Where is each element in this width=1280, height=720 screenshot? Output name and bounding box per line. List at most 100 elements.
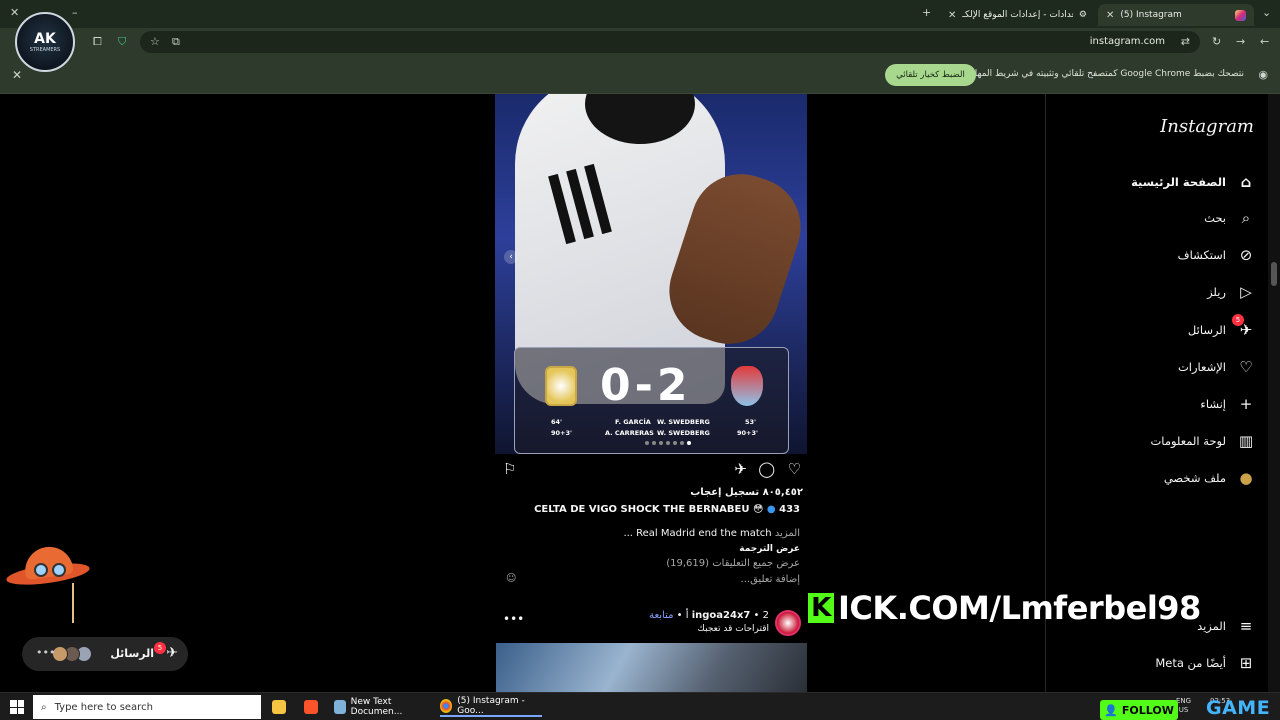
- sidebar-item-label: ريلز: [1207, 285, 1226, 299]
- like-heart-icon[interactable]: ♡: [788, 460, 801, 478]
- message-count-badge: 5: [154, 642, 166, 654]
- page-scrollbar[interactable]: [1268, 94, 1280, 692]
- person-add-icon: 👤: [1104, 703, 1118, 717]
- install-app-icon[interactable]: ⧉: [172, 35, 180, 49]
- sidebar-item-10[interactable]: ⊞ أيضًا من Meta: [1155, 651, 1256, 675]
- infobar-text: نتصحك بضبط Google Chrome كمتصفح تلقائي و…: [969, 69, 1244, 79]
- scrollbar-thumb[interactable]: [1271, 262, 1277, 286]
- face-emoji-icon: 😳: [752, 504, 764, 515]
- close-window-icon[interactable]: ✕: [10, 6, 19, 19]
- taskbar-app-notepad[interactable]: New Text Documen...: [334, 697, 430, 717]
- comment-icon[interactable]: ◯: [758, 460, 775, 478]
- sidebar-item-8[interactable]: ● ملف شخصي: [1164, 466, 1256, 490]
- language-indicator[interactable]: ENG US: [1176, 697, 1191, 715]
- view-all-comments-link[interactable]: عرض جميع التعليقات (19,619): [666, 558, 800, 569]
- post2-username[interactable]: ingoa24x7: [692, 610, 751, 621]
- more-options-icon[interactable]: •••: [503, 612, 524, 626]
- save-bookmark-icon[interactable]: ⚐: [503, 460, 516, 478]
- address-bar[interactable]: ⇄ instagram.com ⧉ ☆: [140, 31, 1200, 53]
- tab-label: الإعدادات - إعدادات الموقع الإلكـ: [962, 10, 1073, 20]
- caption-text: Real Madrid end the match ...: [623, 528, 772, 539]
- reload-icon[interactable]: ↻: [1212, 35, 1221, 49]
- match-score: 0-2: [600, 360, 692, 411]
- search-icon: ⌕: [1241, 209, 1251, 227]
- gear-icon: ⚙: [1078, 10, 1087, 20]
- compass-icon: ⊘: [1239, 246, 1253, 264]
- sidebar-item-5[interactable]: ♡ الإشعارات: [1178, 355, 1256, 379]
- sidebar-item-label: استكشاف: [1177, 248, 1226, 262]
- set-default-button[interactable]: الضبط كخيار تلقائي: [885, 64, 976, 86]
- sidebar-item-label: الرسائل: [1187, 323, 1226, 337]
- sidebar-item-0[interactable]: ⌂ الصفحة الرئيسية: [1131, 170, 1256, 194]
- search-placeholder: Type here to search: [54, 701, 153, 713]
- sidebar-item-label: ملف شخصي: [1163, 471, 1226, 485]
- verified-badge-icon: ●: [766, 504, 776, 515]
- straw-hat-overlay: [5, 535, 91, 625]
- taskbar-app-chrome[interactable]: (5) Instagram - Goo...: [440, 696, 542, 717]
- site-settings-icon[interactable]: ⇄: [1181, 35, 1190, 49]
- sidebar-item-label: أيضًا من Meta: [1155, 656, 1226, 670]
- sidebar-item-label: الإشعارات: [1177, 360, 1226, 374]
- like-count[interactable]: ٨٠٥,٤٥٢ تسجيل إعجاب: [690, 487, 803, 498]
- bookmark-star-icon[interactable]: ☆: [150, 35, 160, 49]
- logo-text: AK: [34, 31, 56, 47]
- reels-icon: ▷: [1240, 283, 1252, 301]
- sidebar-item-9[interactable]: ≡ المزيد: [1197, 614, 1256, 638]
- more-avatars-indicator: •••: [36, 646, 56, 659]
- sidebar-item-6[interactable]: + إنشاء: [1200, 392, 1256, 416]
- sidebar-item-label: إنشاء: [1200, 397, 1226, 411]
- windows-start-icon[interactable]: [10, 700, 24, 714]
- tab-settings[interactable]: ✕ الإعدادات - إعدادات الموقع الإلكـ ⚙: [940, 4, 1095, 26]
- more-link[interactable]: المزيد: [775, 528, 800, 539]
- carousel-prev-button[interactable]: ‹: [504, 250, 518, 264]
- sidebar-item-7[interactable]: ▥ لوحة المعلومات: [1150, 429, 1256, 453]
- avatar[interactable]: [775, 610, 801, 636]
- notification-badge: 5: [1232, 314, 1244, 326]
- close-tab-icon[interactable]: ✕: [948, 10, 956, 21]
- tab-label: (5) Instagram: [1120, 10, 1182, 20]
- sidebar-item-2[interactable]: ⊘ استكشاف: [1178, 243, 1256, 267]
- streamer-logo: AK STREAMERS: [15, 12, 75, 72]
- forward-icon[interactable]: →: [1236, 35, 1245, 49]
- caption-username[interactable]: 433: [779, 504, 800, 515]
- close-tab-icon[interactable]: ✕: [1106, 10, 1114, 21]
- extensions-icon[interactable]: ⧠: [93, 35, 102, 49]
- see-translation-link[interactable]: عرض الترجمة: [739, 544, 800, 554]
- sidebar-item-3[interactable]: ▷ ريلز: [1207, 280, 1256, 304]
- tab-search-icon[interactable]: ⌄: [1262, 6, 1271, 19]
- kick-url: ICK.COM/Lmferbel98: [838, 589, 1201, 627]
- taskbar-search-input[interactable]: ⌕ Type here to search: [33, 695, 261, 719]
- emoji-picker-icon[interactable]: ☺: [506, 573, 516, 584]
- game-overlay-text: GAME: [1206, 697, 1271, 719]
- right-minute: 90+3': [737, 429, 759, 437]
- right-minute: 53': [745, 418, 757, 426]
- share-icon[interactable]: ✈: [734, 460, 747, 478]
- post-actions: ♡ ◯ ✈ ⚐: [495, 460, 807, 480]
- back-icon[interactable]: ←: [1260, 35, 1269, 49]
- sidebar-item-1[interactable]: ⌕ بحث: [1204, 206, 1256, 230]
- chrome-icon: ◉: [1258, 68, 1268, 81]
- sidebar-item-4[interactable]: ✈ 5 الرسائل: [1187, 314, 1256, 342]
- profile-avatar-icon: ●: [1239, 469, 1253, 487]
- messages-floating-button[interactable]: ✈ 5 الرسائل •••: [22, 637, 188, 671]
- instagram-logo[interactable]: Instagram: [1160, 116, 1254, 137]
- post2-media[interactable]: [496, 643, 807, 693]
- shield-extension-icon[interactable]: ⛉: [118, 35, 126, 49]
- tab-instagram[interactable]: ✕ (5) Instagram: [1098, 4, 1254, 26]
- left-scorer: A. CARRERAS: [605, 429, 654, 437]
- kick-follow-badge: 👤 FOLLOW: [1100, 700, 1178, 720]
- kick-logo-icon: K: [808, 593, 834, 623]
- search-icon: ⌕: [41, 701, 47, 713]
- new-tab-icon[interactable]: +: [922, 6, 931, 19]
- brave-browser-icon[interactable]: [304, 697, 318, 717]
- right-scorer: W. SWEDBERG: [657, 418, 710, 426]
- close-infobar-icon[interactable]: ✕: [12, 68, 22, 82]
- minimize-window-icon[interactable]: –: [72, 6, 78, 19]
- sidebar-item-label: لوحة المعلومات: [1150, 434, 1226, 448]
- add-comment-input[interactable]: إضافة تعليق...: [741, 574, 800, 585]
- follow-button[interactable]: متابعة: [649, 610, 673, 621]
- file-explorer-icon[interactable]: [272, 697, 286, 717]
- left-minute: 64': [551, 418, 563, 426]
- sidebar-item-label: المزيد: [1197, 619, 1226, 633]
- browser-tab-bar: ✕ – ⌄ ✕ (5) Instagram ✕ الإعدادات - إعدا…: [0, 0, 1280, 28]
